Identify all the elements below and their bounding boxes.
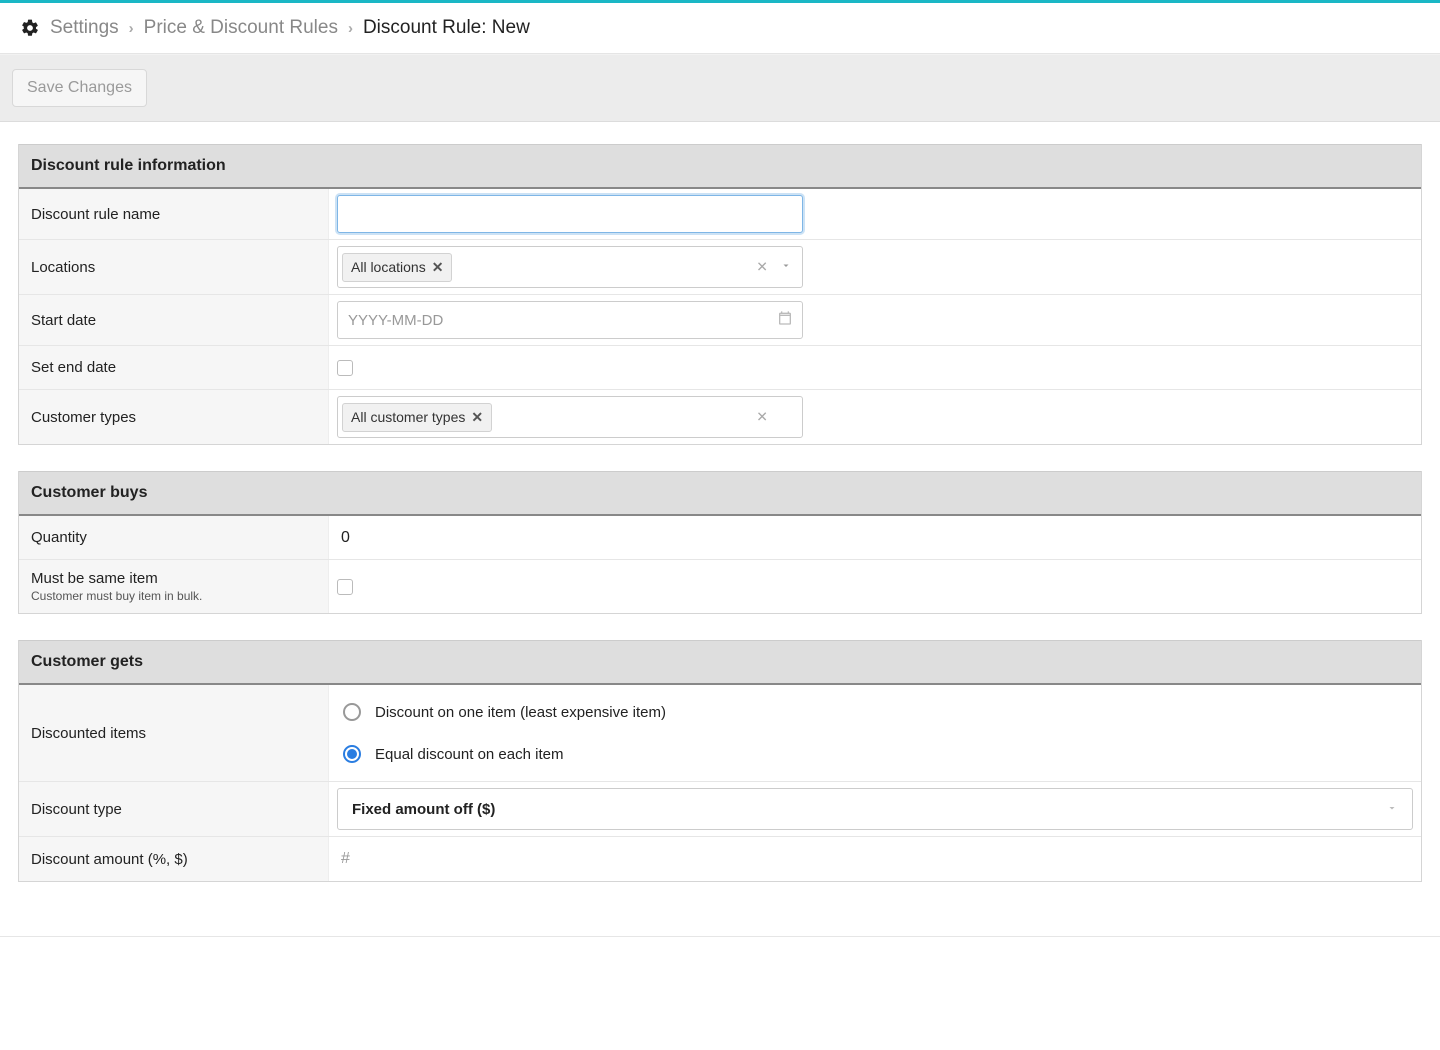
save-button[interactable]: Save Changes <box>12 69 147 107</box>
customer-types-tag-all[interactable]: All customer types ✕ <box>342 403 492 432</box>
section-header-gets: Customer gets <box>19 640 1421 685</box>
remove-tag-icon[interactable]: ✕ <box>471 409 483 426</box>
discount-amount-input[interactable] <box>329 839 560 879</box>
set-end-date-checkbox[interactable] <box>337 360 353 376</box>
footer-divider <box>0 936 1440 937</box>
chevron-right-icon: › <box>348 20 353 37</box>
locations-tag-all[interactable]: All locations ✕ <box>342 253 452 282</box>
discount-rule-name-input[interactable] <box>337 195 803 233</box>
customer-types-tag-label: All customer types <box>351 409 465 425</box>
label-quantity: Quantity <box>19 516 329 559</box>
section-header-buys: Customer buys <box>19 471 1421 516</box>
section-customer-buys: Customer buys Quantity Must be same item… <box>18 471 1422 614</box>
label-same-item-sub: Customer must buy item in bulk. <box>31 589 316 603</box>
breadcrumb: Settings › Price & Discount Rules › Disc… <box>0 3 1440 54</box>
breadcrumb-pricerules-link[interactable]: Price & Discount Rules <box>144 17 338 39</box>
start-date-input[interactable] <box>337 301 803 339</box>
gear-icon <box>20 18 40 38</box>
locations-select[interactable]: All locations ✕ ✕ <box>337 246 803 288</box>
same-item-checkbox[interactable] <box>337 579 353 595</box>
chevron-down-icon[interactable] <box>780 259 792 276</box>
locations-tag-label: All locations <box>351 259 426 275</box>
discount-type-select[interactable]: Fixed amount off ($) <box>337 788 1413 830</box>
toolbar: Save Changes <box>0 54 1440 122</box>
clear-all-icon[interactable]: ✕ <box>756 409 768 426</box>
section-header-info: Discount rule information <box>19 144 1421 189</box>
breadcrumb-settings-link[interactable]: Settings <box>50 17 119 39</box>
label-discount-amount: Discount amount (%, $) <box>19 837 329 881</box>
label-locations: Locations <box>19 240 329 294</box>
chevron-down-icon <box>1386 801 1398 818</box>
section-discount-rule-info: Discount rule information Discount rule … <box>18 144 1422 445</box>
discount-type-value: Fixed amount off ($) <box>352 801 495 818</box>
label-same-item-main: Must be same item <box>31 570 316 587</box>
radio-discount-each-item[interactable] <box>343 745 361 763</box>
label-set-end-date: Set end date <box>19 346 329 389</box>
remove-tag-icon[interactable]: ✕ <box>432 259 444 276</box>
section-customer-gets: Customer gets Discounted items Discount … <box>18 640 1422 882</box>
label-discount-type: Discount type <box>19 782 329 836</box>
radio-discount-one-item[interactable] <box>343 703 361 721</box>
label-start-date: Start date <box>19 295 329 345</box>
breadcrumb-current: Discount Rule: New <box>363 17 530 39</box>
clear-all-icon[interactable]: ✕ <box>756 259 768 276</box>
calendar-icon[interactable] <box>777 310 793 330</box>
label-customer-types: Customer types <box>19 390 329 444</box>
customer-types-select[interactable]: All customer types ✕ ✕ <box>337 396 803 438</box>
quantity-input[interactable] <box>329 517 560 559</box>
label-discount-rule-name: Discount rule name <box>19 189 329 239</box>
label-same-item: Must be same item Customer must buy item… <box>19 560 329 613</box>
chevron-right-icon: › <box>129 20 134 37</box>
label-discounted-items: Discounted items <box>19 685 329 781</box>
radio-discount-each-item-label: Equal discount on each item <box>375 746 563 763</box>
radio-discount-one-item-label: Discount on one item (least expensive it… <box>375 704 666 721</box>
